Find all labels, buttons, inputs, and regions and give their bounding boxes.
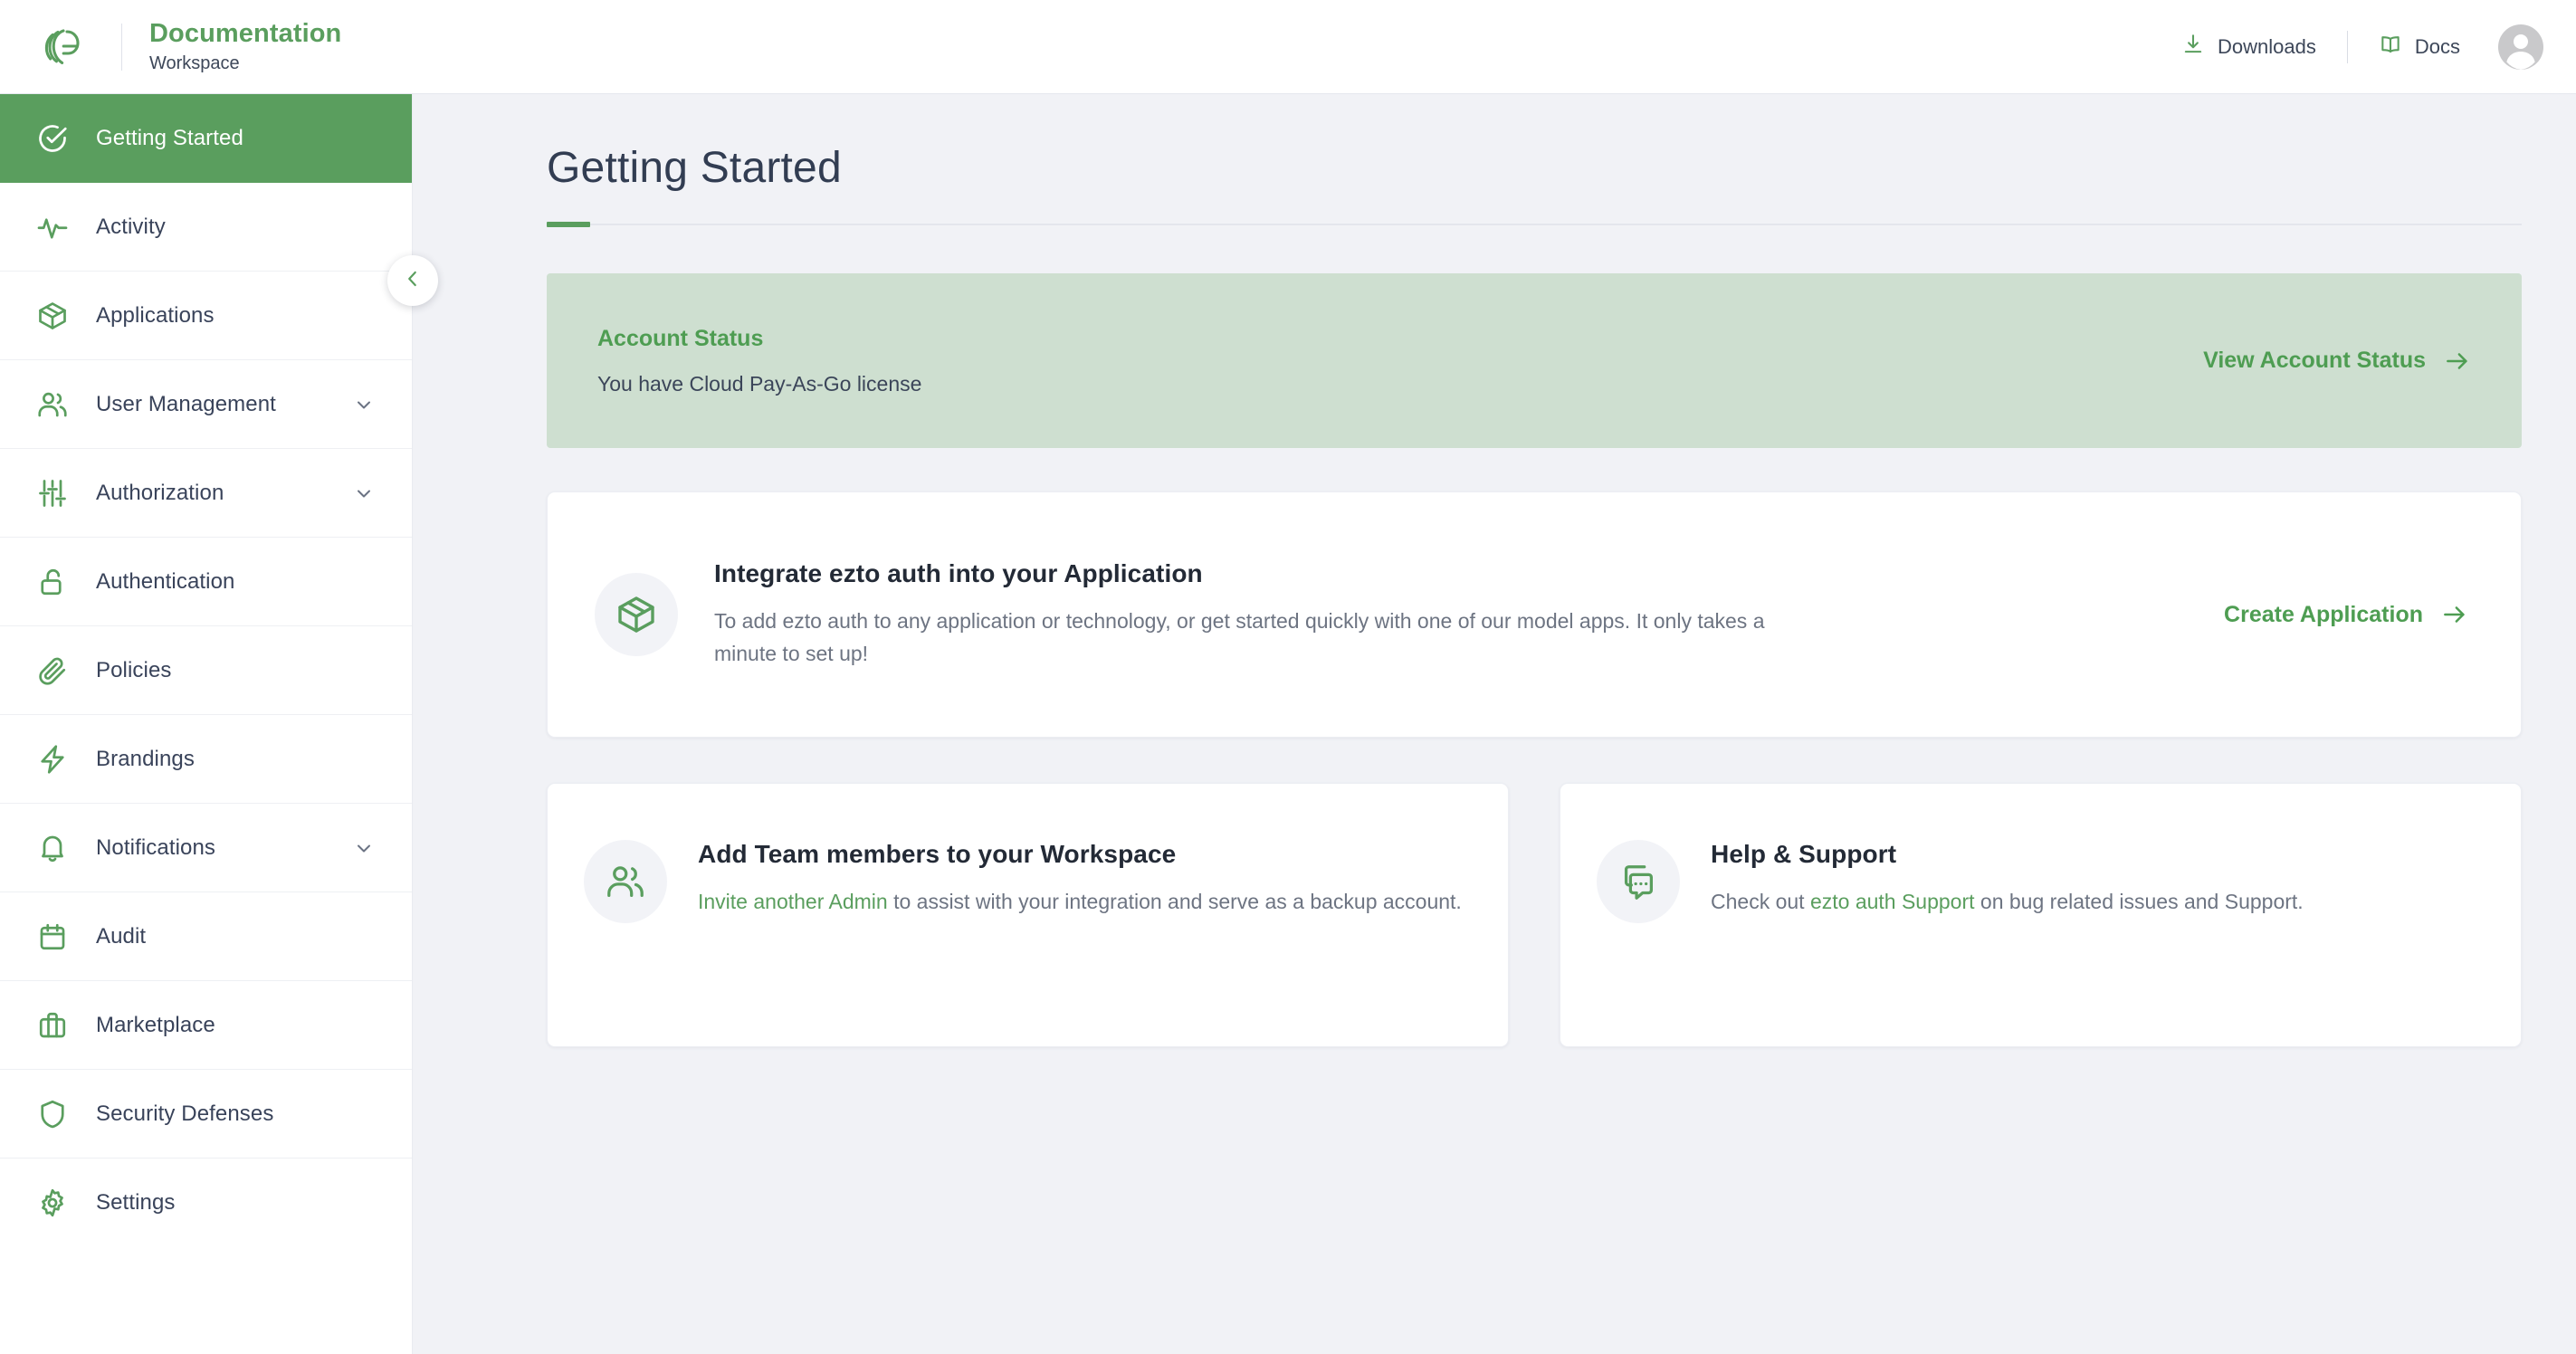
downloads-label: Downloads bbox=[2218, 34, 2316, 58]
sliders-icon bbox=[34, 475, 71, 511]
account-status-title: Account Status bbox=[597, 325, 764, 351]
sidebar-item-applications[interactable]: Applications bbox=[0, 272, 412, 360]
sidebar-label: Settings bbox=[96, 1190, 176, 1215]
docs-label: Docs bbox=[2414, 34, 2460, 58]
team-members-card: Add Team members to your Workspace Invit… bbox=[547, 783, 1509, 1047]
brand-subtitle: Workspace bbox=[149, 53, 240, 74]
sidebar-label: Authorization bbox=[96, 480, 224, 505]
calendar-icon bbox=[34, 919, 71, 955]
help-support-card-title: Help & Support bbox=[1711, 840, 1897, 868]
account-status-banner: Account Status You have Cloud Pay-As-Go … bbox=[547, 273, 2522, 448]
sidebar-label: Activity bbox=[96, 214, 166, 239]
help-support-card: Help & Support Check out ezto auth Suppo… bbox=[1560, 783, 2522, 1047]
ezto-auth-support-link[interactable]: ezto auth Support bbox=[1810, 890, 1975, 913]
create-application-label: Create Application bbox=[2224, 601, 2423, 627]
arrow-right-icon bbox=[2441, 601, 2468, 628]
sidebar-item-user-management[interactable]: User Management bbox=[0, 360, 412, 449]
sidebar-item-security-defenses[interactable]: Security Defenses bbox=[0, 1070, 412, 1159]
arrow-right-icon bbox=[2444, 348, 2471, 375]
brand: Documentation Workspace bbox=[40, 18, 341, 75]
integration-card-text: To add ezto auth to any application or t… bbox=[714, 609, 1765, 665]
team-members-card-body: Add Team members to your Workspace Invit… bbox=[698, 840, 1462, 918]
app-root: Documentation Workspace Downloads Docs G… bbox=[0, 0, 2576, 1354]
sidebar-item-activity[interactable]: Activity bbox=[0, 183, 412, 272]
activity-pulse-icon bbox=[34, 209, 71, 245]
invite-admin-link[interactable]: Invite another Admin bbox=[698, 890, 888, 913]
sidebar-item-brandings[interactable]: Brandings bbox=[0, 715, 412, 804]
package-box-icon bbox=[595, 573, 678, 656]
sidebar-item-policies[interactable]: Policies bbox=[0, 626, 412, 715]
sidebar-item-settings[interactable]: Settings bbox=[0, 1159, 412, 1247]
brand-divider bbox=[121, 23, 122, 71]
sidebar-item-notifications[interactable]: Notifications bbox=[0, 804, 412, 892]
app-body: Getting Started Activity Applications Us… bbox=[0, 94, 2576, 1354]
sidebar-label: Applications bbox=[96, 302, 215, 328]
users-icon bbox=[584, 840, 667, 923]
brand-title: Documentation bbox=[149, 18, 342, 48]
sidebar-item-marketplace[interactable]: Marketplace bbox=[0, 981, 412, 1070]
paperclip-icon bbox=[34, 653, 71, 689]
team-members-card-title: Add Team members to your Workspace bbox=[698, 840, 1177, 868]
integration-card-title: Integrate ezto auth into your Applicatio… bbox=[714, 559, 1203, 588]
sidebar-label: Audit bbox=[96, 923, 147, 949]
briefcase-icon bbox=[34, 1007, 71, 1044]
ezto-logo-icon bbox=[40, 23, 89, 72]
download-icon bbox=[2181, 33, 2205, 62]
chevron-down-icon[interactable] bbox=[352, 393, 376, 416]
sidebar-label: Notifications bbox=[96, 834, 216, 860]
sidebar: Getting Started Activity Applications Us… bbox=[0, 94, 438, 1354]
docs-button[interactable]: Docs bbox=[2364, 24, 2475, 71]
chat-support-icon bbox=[1597, 840, 1680, 923]
sidebar-item-getting-started[interactable]: Getting Started bbox=[0, 94, 412, 183]
help-support-card-body: Help & Support Check out ezto auth Suppo… bbox=[1711, 840, 2304, 918]
integration-card-body: Integrate ezto auth into your Applicatio… bbox=[714, 559, 1778, 669]
check-circle-icon bbox=[34, 120, 71, 157]
downloads-button[interactable]: Downloads bbox=[2167, 24, 2331, 71]
sidebar-label: Policies bbox=[96, 657, 172, 682]
sidebar-item-authentication[interactable]: Authentication bbox=[0, 538, 412, 626]
book-icon bbox=[2379, 33, 2402, 62]
header-divider bbox=[2346, 30, 2348, 63]
header-actions: Downloads Docs bbox=[2167, 24, 2543, 71]
create-application-link[interactable]: Create Application bbox=[2224, 601, 2468, 628]
view-account-status-label: View Account Status bbox=[2203, 348, 2426, 373]
title-underline bbox=[547, 222, 2522, 227]
sidebar-item-authorization[interactable]: Authorization bbox=[0, 449, 412, 538]
user-avatar-icon[interactable] bbox=[2498, 24, 2543, 70]
chevron-down-icon[interactable] bbox=[352, 836, 376, 860]
team-members-card-text: Invite another Admin to assist with your… bbox=[698, 886, 1462, 918]
account-status-description: You have Cloud Pay-As-Go license bbox=[597, 371, 922, 396]
view-account-status-link[interactable]: View Account Status bbox=[2203, 348, 2471, 375]
shield-icon bbox=[34, 1096, 71, 1132]
lightning-bolt-icon bbox=[34, 741, 71, 777]
users-icon bbox=[34, 386, 71, 423]
help-support-card-text: Check out ezto auth Support on bug relat… bbox=[1711, 886, 2304, 918]
gear-icon bbox=[34, 1185, 71, 1221]
main-content: Getting Started Account Status You have … bbox=[413, 94, 2576, 1354]
sidebar-item-audit[interactable]: Audit bbox=[0, 892, 412, 981]
bell-icon bbox=[34, 830, 71, 866]
account-status-text: Account Status You have Cloud Pay-As-Go … bbox=[597, 326, 921, 396]
sidebar-collapse-button[interactable] bbox=[387, 255, 438, 306]
help-support-text-after: on bug related issues and Support. bbox=[1974, 890, 2304, 913]
chevron-down-icon[interactable] bbox=[352, 482, 376, 505]
sidebar-label: Brandings bbox=[96, 746, 195, 771]
sidebar-label: Security Defenses bbox=[96, 1101, 274, 1126]
help-support-text-before: Check out bbox=[1711, 890, 1810, 913]
brand-text: Documentation Workspace bbox=[149, 18, 341, 75]
integration-card: Integrate ezto auth into your Applicatio… bbox=[547, 491, 2522, 738]
sidebar-label: Authentication bbox=[96, 568, 235, 594]
top-header: Documentation Workspace Downloads Docs bbox=[0, 0, 2576, 94]
sidebar-label: User Management bbox=[96, 391, 276, 416]
team-members-card-text-rest: to assist with your integration and serv… bbox=[887, 890, 1462, 913]
unlock-padlock-icon bbox=[34, 564, 71, 600]
page-title: Getting Started bbox=[547, 144, 842, 192]
chevron-left-icon bbox=[401, 267, 425, 295]
secondary-cards-row: Add Team members to your Workspace Invit… bbox=[547, 783, 2522, 1047]
sidebar-label: Marketplace bbox=[96, 1012, 215, 1037]
package-box-icon bbox=[34, 298, 71, 334]
sidebar-label: Getting Started bbox=[96, 126, 243, 150]
